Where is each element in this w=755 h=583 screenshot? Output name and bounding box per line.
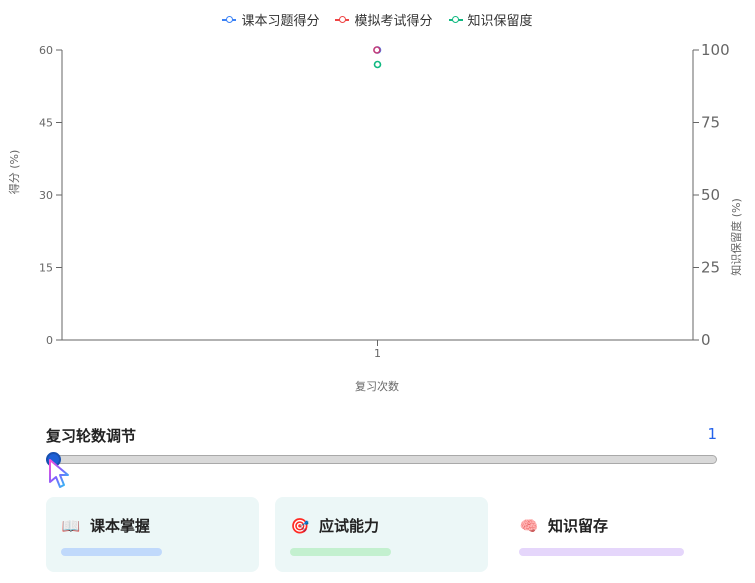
right-y-tick-label: 50 [701, 186, 720, 204]
card-exam-ability: 🎯 应试能力 [275, 497, 488, 572]
right-y-tick-label: 0 [701, 331, 711, 349]
slider-value: 1 [707, 425, 717, 443]
card-textbook-mastery: 📖 课本掌握 [46, 497, 259, 572]
card-progress-bar [519, 548, 684, 556]
card-progress-bar [290, 548, 391, 556]
right-y-tick-label: 75 [701, 114, 720, 132]
card-progress-bar [61, 548, 162, 556]
data-point [373, 60, 382, 69]
x-tick-label: 1 [374, 347, 381, 360]
right-y-tick-label: 25 [701, 259, 720, 277]
card-title: 知识留存 [548, 517, 609, 535]
right-y-tick-label: 100 [701, 41, 730, 59]
brain-icon: 🧠 [519, 516, 539, 535]
left-y-tick-label: 15 [39, 262, 53, 275]
left-y-tick-label: 60 [39, 44, 53, 57]
left-y-tick-label: 45 [39, 117, 53, 130]
line-chart: 0 15 30 45 60 0 25 50 75 100 1 复习次数 得分 (%) 知识保留度 (%) [8, 41, 743, 393]
left-y-tick-label: 30 [39, 189, 53, 202]
review-rounds-slider[interactable] [46, 455, 717, 464]
left-y-tick-label: 0 [46, 334, 53, 347]
mouse-pointer-icon [49, 459, 69, 488]
slider-title: 复习轮数调节 [46, 427, 137, 445]
book-icon: 📖 [61, 516, 81, 535]
data-point [373, 46, 381, 54]
right-y-axis-label: 知识保留度 (%) [729, 198, 743, 276]
left-y-axis-label: 得分 (%) [8, 150, 21, 195]
x-axis-label: 复习次数 [355, 379, 399, 393]
card-title: 课本掌握 [90, 517, 151, 535]
target-icon: 🎯 [290, 516, 310, 535]
card-title: 应试能力 [319, 517, 380, 535]
card-knowledge-retention: 🧠 知识留存 [504, 497, 717, 572]
